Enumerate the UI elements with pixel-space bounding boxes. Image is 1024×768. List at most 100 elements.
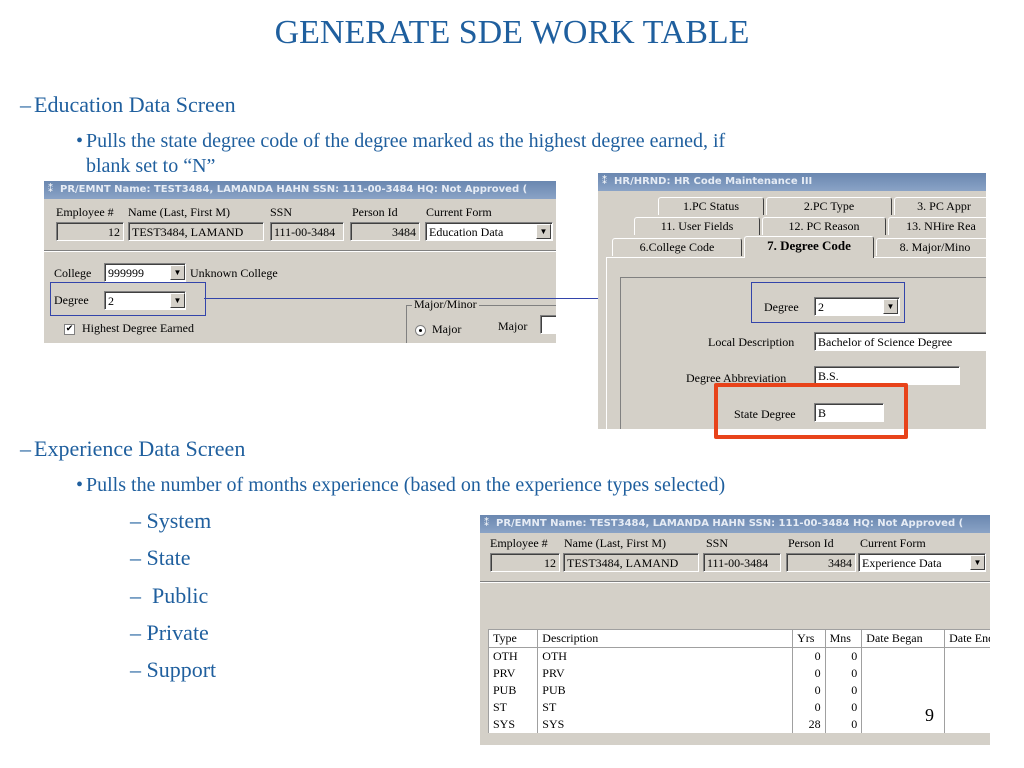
cell-description: ST [537, 699, 794, 716]
cell-yrs: 0 [792, 699, 826, 716]
state-degree-highlight-box [714, 383, 908, 439]
table-row[interactable]: SYS SYS 28 0 [487, 716, 990, 733]
education-bullet-text: Pulls the state degree code of the degre… [86, 130, 726, 152]
hrnd-title: HR/HRND: HR Code Maintenance III [614, 176, 813, 187]
tab-pc-reason[interactable]: 12. PC Reason [762, 217, 886, 235]
cell-date-end [944, 665, 990, 682]
table-row[interactable]: PUB PUB 0 0 [487, 682, 990, 699]
experience-item-system: – System [130, 508, 211, 534]
dash-marker: – [130, 620, 141, 645]
cell-yrs: 28 [792, 716, 826, 733]
cell-mns: 0 [824, 716, 863, 733]
emnt-experience-titlebar: ⁑ PR/EMNT Name: TEST3484, LAMANDA HAHN SS… [480, 515, 990, 533]
employee-label: Employee # [490, 536, 548, 550]
emnt-experience-title: PR/EMNT Name: TEST3484, LAMANDA HAHN SSN… [496, 518, 964, 529]
cell-yrs: 0 [792, 682, 826, 699]
name-label: Name (Last, First M) [128, 205, 230, 219]
major-radio[interactable] [415, 325, 426, 336]
experience-item-private: – Private [130, 620, 209, 646]
person-id-field[interactable]: 3484 [350, 222, 420, 241]
ssn-field[interactable]: 111-00-3484 [270, 222, 344, 241]
radio-dot-icon [419, 329, 422, 332]
dash-marker: – [130, 583, 141, 608]
tab-major-minor[interactable]: 8. Major/Mino [876, 238, 986, 256]
column-header-date-end[interactable]: Date End [944, 629, 990, 648]
cell-type: PRV [487, 665, 539, 682]
tab-pc-status[interactable]: 1.PC Status [658, 197, 764, 215]
name-field[interactable]: TEST3484, LAMAND [563, 553, 699, 572]
cell-mns: 0 [824, 665, 863, 682]
column-header-yrs[interactable]: Yrs [792, 629, 826, 648]
education-heading: Education Data Screen [34, 92, 236, 117]
experience-item-label: State [146, 545, 191, 570]
major-field[interactable] [540, 315, 556, 334]
cell-mns: 0 [824, 699, 863, 716]
emnt-experience-window: ⁑ PR/EMNT Name: TEST3484, LAMANDA HAHN SS… [480, 515, 990, 745]
major-minor-label: Major/Minor [412, 297, 479, 312]
experience-bullet-text: Pulls the number of months experience (b… [86, 474, 726, 496]
app-icon: ⁑ [48, 184, 53, 195]
person-id-field[interactable]: 3484 [786, 553, 856, 572]
emnt-education-titlebar: ⁑ PR/EMNT Name: TEST3484, LAMANDA HAHN SS… [44, 181, 556, 199]
cell-date-began [861, 647, 946, 665]
employee-field[interactable]: 12 [56, 222, 124, 241]
current-form-label: Current Form [426, 205, 492, 219]
tab-degree-code[interactable]: 7. Degree Code [744, 236, 874, 258]
emnt-education-title: PR/EMNT Name: TEST3484, LAMANDA HAHN SSN… [60, 184, 528, 195]
experience-heading: Experience Data Screen [34, 436, 246, 461]
highest-degree-checkbox[interactable]: ✔ [64, 324, 75, 335]
tab-user-fields[interactable]: 11. User Fields [634, 217, 760, 235]
dash-marker: – [130, 545, 141, 570]
employee-field[interactable]: 12 [490, 553, 560, 572]
name-label: Name (Last, First M) [564, 536, 666, 550]
tab-college-code[interactable]: 6.College Code [612, 238, 742, 256]
experience-item-support: – Support [130, 657, 216, 683]
employee-label: Employee # [56, 205, 114, 219]
current-form-select[interactable]: Experience Data [858, 553, 986, 572]
chevron-down-icon[interactable]: ▼ [170, 265, 185, 280]
dash-marker: – [20, 92, 31, 117]
column-header-type[interactable]: Type [487, 629, 539, 648]
column-header-date-began[interactable]: Date Began [861, 629, 946, 648]
tab-pc-type[interactable]: 2.PC Type [766, 197, 892, 215]
local-description-field[interactable]: Bachelor of Science Degree [814, 332, 986, 351]
college-label: College [54, 266, 92, 280]
column-header-description[interactable]: Description [537, 629, 794, 648]
college-name: Unknown College [190, 266, 278, 280]
name-field[interactable]: TEST3484, LAMAND [128, 222, 264, 241]
dash-marker: – [20, 436, 31, 461]
page-number: 9 [925, 705, 934, 725]
table-row[interactable]: ST ST 0 0 [487, 699, 990, 716]
education-bullet-text-2: blank set to “N” [86, 155, 216, 177]
table-row[interactable]: OTH OTH 0 0 [487, 647, 990, 665]
experience-item-state: – State [130, 545, 191, 571]
divider [44, 250, 556, 252]
cell-mns: 0 [824, 647, 863, 665]
tab-nhire-reason[interactable]: 13. NHire Rea [888, 217, 986, 235]
ssn-label: SSN [706, 536, 729, 550]
major-label: Major [498, 319, 528, 333]
degree-highlight-box [50, 282, 206, 316]
experience-heading-item: – Experience Data Screen [20, 436, 246, 462]
experience-item-label: System [146, 508, 212, 533]
experience-item-label: Private [146, 620, 209, 645]
ssn-field[interactable]: 111-00-3484 [703, 553, 781, 572]
current-form-label: Current Form [860, 536, 926, 550]
experience-item-label: Support [146, 657, 217, 682]
emnt-education-window: ⁑ PR/EMNT Name: TEST3484, LAMANDA HAHN SS… [44, 181, 556, 343]
current-form-select[interactable]: Education Data [425, 222, 553, 241]
tab-pc-appr[interactable]: 3. PC Appr [894, 197, 986, 215]
chevron-down-icon[interactable]: ▼ [970, 555, 985, 570]
cell-description: SYS [537, 716, 794, 733]
cell-date-end [944, 682, 990, 699]
cell-yrs: 0 [792, 665, 826, 682]
bullet-marker: • [76, 474, 84, 496]
chevron-down-icon[interactable]: ▼ [536, 224, 551, 239]
cell-description: OTH [537, 647, 794, 665]
cell-date-end [944, 647, 990, 665]
cell-type: ST [487, 699, 539, 716]
table-row[interactable]: PRV PRV 0 0 [487, 665, 990, 682]
ssn-label: SSN [270, 205, 293, 219]
app-icon: ⁑ [602, 176, 607, 187]
column-header-mns[interactable]: Mns [824, 629, 863, 648]
